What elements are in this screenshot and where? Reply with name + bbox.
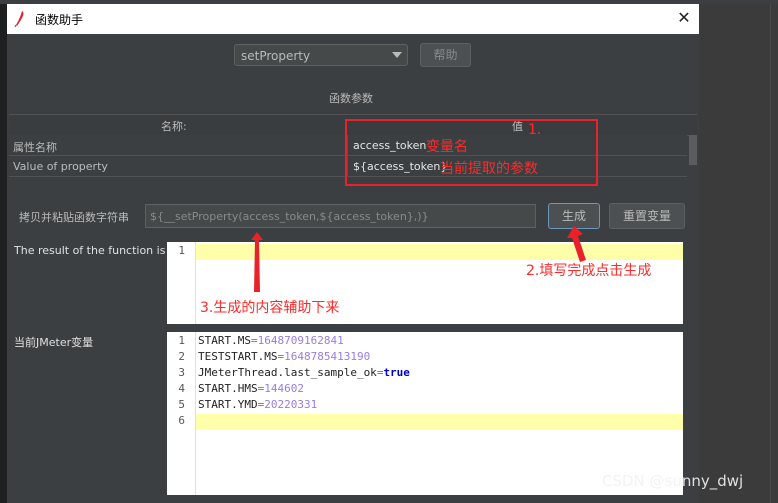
var-value: 20220331: [264, 398, 318, 411]
watermark: CSDN @sunny_dwj: [602, 472, 744, 490]
function-string-field[interactable]: ${__setProperty(access_token,${access_to…: [145, 204, 536, 228]
var-key: START.MS: [198, 334, 251, 347]
param-name: Value of property: [13, 160, 108, 173]
params-section-title: 函数参数: [329, 92, 373, 105]
annotation-step2: 2.填写完成点击生成: [526, 263, 652, 279]
line-number-gutter: 1: [167, 242, 196, 324]
var-key: START.YMD: [198, 398, 258, 411]
title-bar: 函数助手 ✕: [7, 4, 699, 34]
jmeter-vars-editor[interactable]: 1 2 3 4 5 6 START.MS=1648709162841 TESTS…: [167, 332, 683, 495]
code-line: JMeterThread.last_sample_ok=true: [198, 366, 410, 379]
function-select[interactable]: setProperty: [234, 44, 408, 66]
var-separator: =: [250, 334, 258, 347]
help-button[interactable]: 帮助: [420, 43, 471, 67]
code-line: START.YMD=20220331: [198, 398, 317, 411]
function-select-value: setProperty: [241, 49, 311, 63]
background-divider: [770, 4, 771, 503]
params-scrollbar[interactable]: [689, 135, 697, 165]
line-number: 6: [178, 414, 185, 427]
line-number: 1: [178, 244, 185, 257]
background-window: [699, 4, 778, 503]
var-key: JMeterThread.last_sample_ok: [198, 366, 377, 379]
annotation-step3: 3.生成的内容辅助下来: [200, 300, 340, 316]
reset-variables-button[interactable]: 重置变量: [609, 203, 685, 229]
current-line-highlight: [196, 414, 683, 430]
var-value: 1648785413190: [284, 350, 371, 363]
line-number: 1: [178, 334, 185, 347]
param-name: 属性名称: [13, 141, 57, 154]
function-string-value: ${__setProperty(access_token,${access_to…: [150, 210, 429, 223]
var-value: 144602: [264, 382, 304, 395]
line-number-gutter: 1 2 3 4 5 6: [167, 332, 196, 495]
code-line: START.MS=1648709162841: [198, 334, 344, 347]
current-line-highlight: [196, 244, 683, 260]
line-number: 4: [178, 382, 185, 395]
var-value: 1648709162841: [257, 334, 344, 347]
line-number: 2: [178, 350, 185, 363]
code-line: TESTSTART.MS=1648785413190: [198, 350, 370, 363]
feather-icon: [14, 11, 24, 28]
copy-function-label: 拷贝并粘贴函数字符串: [19, 211, 129, 224]
column-header-name: 名称:: [161, 120, 187, 133]
annotation-step1-label: 1.: [528, 122, 542, 138]
var-value: true: [383, 366, 410, 379]
var-key: START.HMS: [198, 382, 258, 395]
generate-button[interactable]: 生成: [548, 203, 600, 229]
close-icon[interactable]: ✕: [675, 9, 693, 27]
line-number: 5: [178, 398, 185, 411]
result-label: The result of the function is: [14, 244, 166, 257]
line-number: 3: [178, 366, 185, 379]
annotation-current-param: 当前提取的参数: [440, 161, 538, 177]
jmeter-vars-label: 当前JMeter变量: [14, 336, 94, 349]
var-key: TESTSTART.MS: [198, 350, 278, 363]
function-helper-dialog: 函数助手 ✕ setProperty 帮助 函数参数 名称: 值 属性名称 ac…: [7, 4, 699, 503]
chevron-down-icon: [392, 52, 402, 58]
code-line: START.HMS=144602: [198, 382, 304, 395]
window-title: 函数助手: [35, 13, 84, 27]
annotation-var-name: 变量名: [426, 139, 468, 155]
